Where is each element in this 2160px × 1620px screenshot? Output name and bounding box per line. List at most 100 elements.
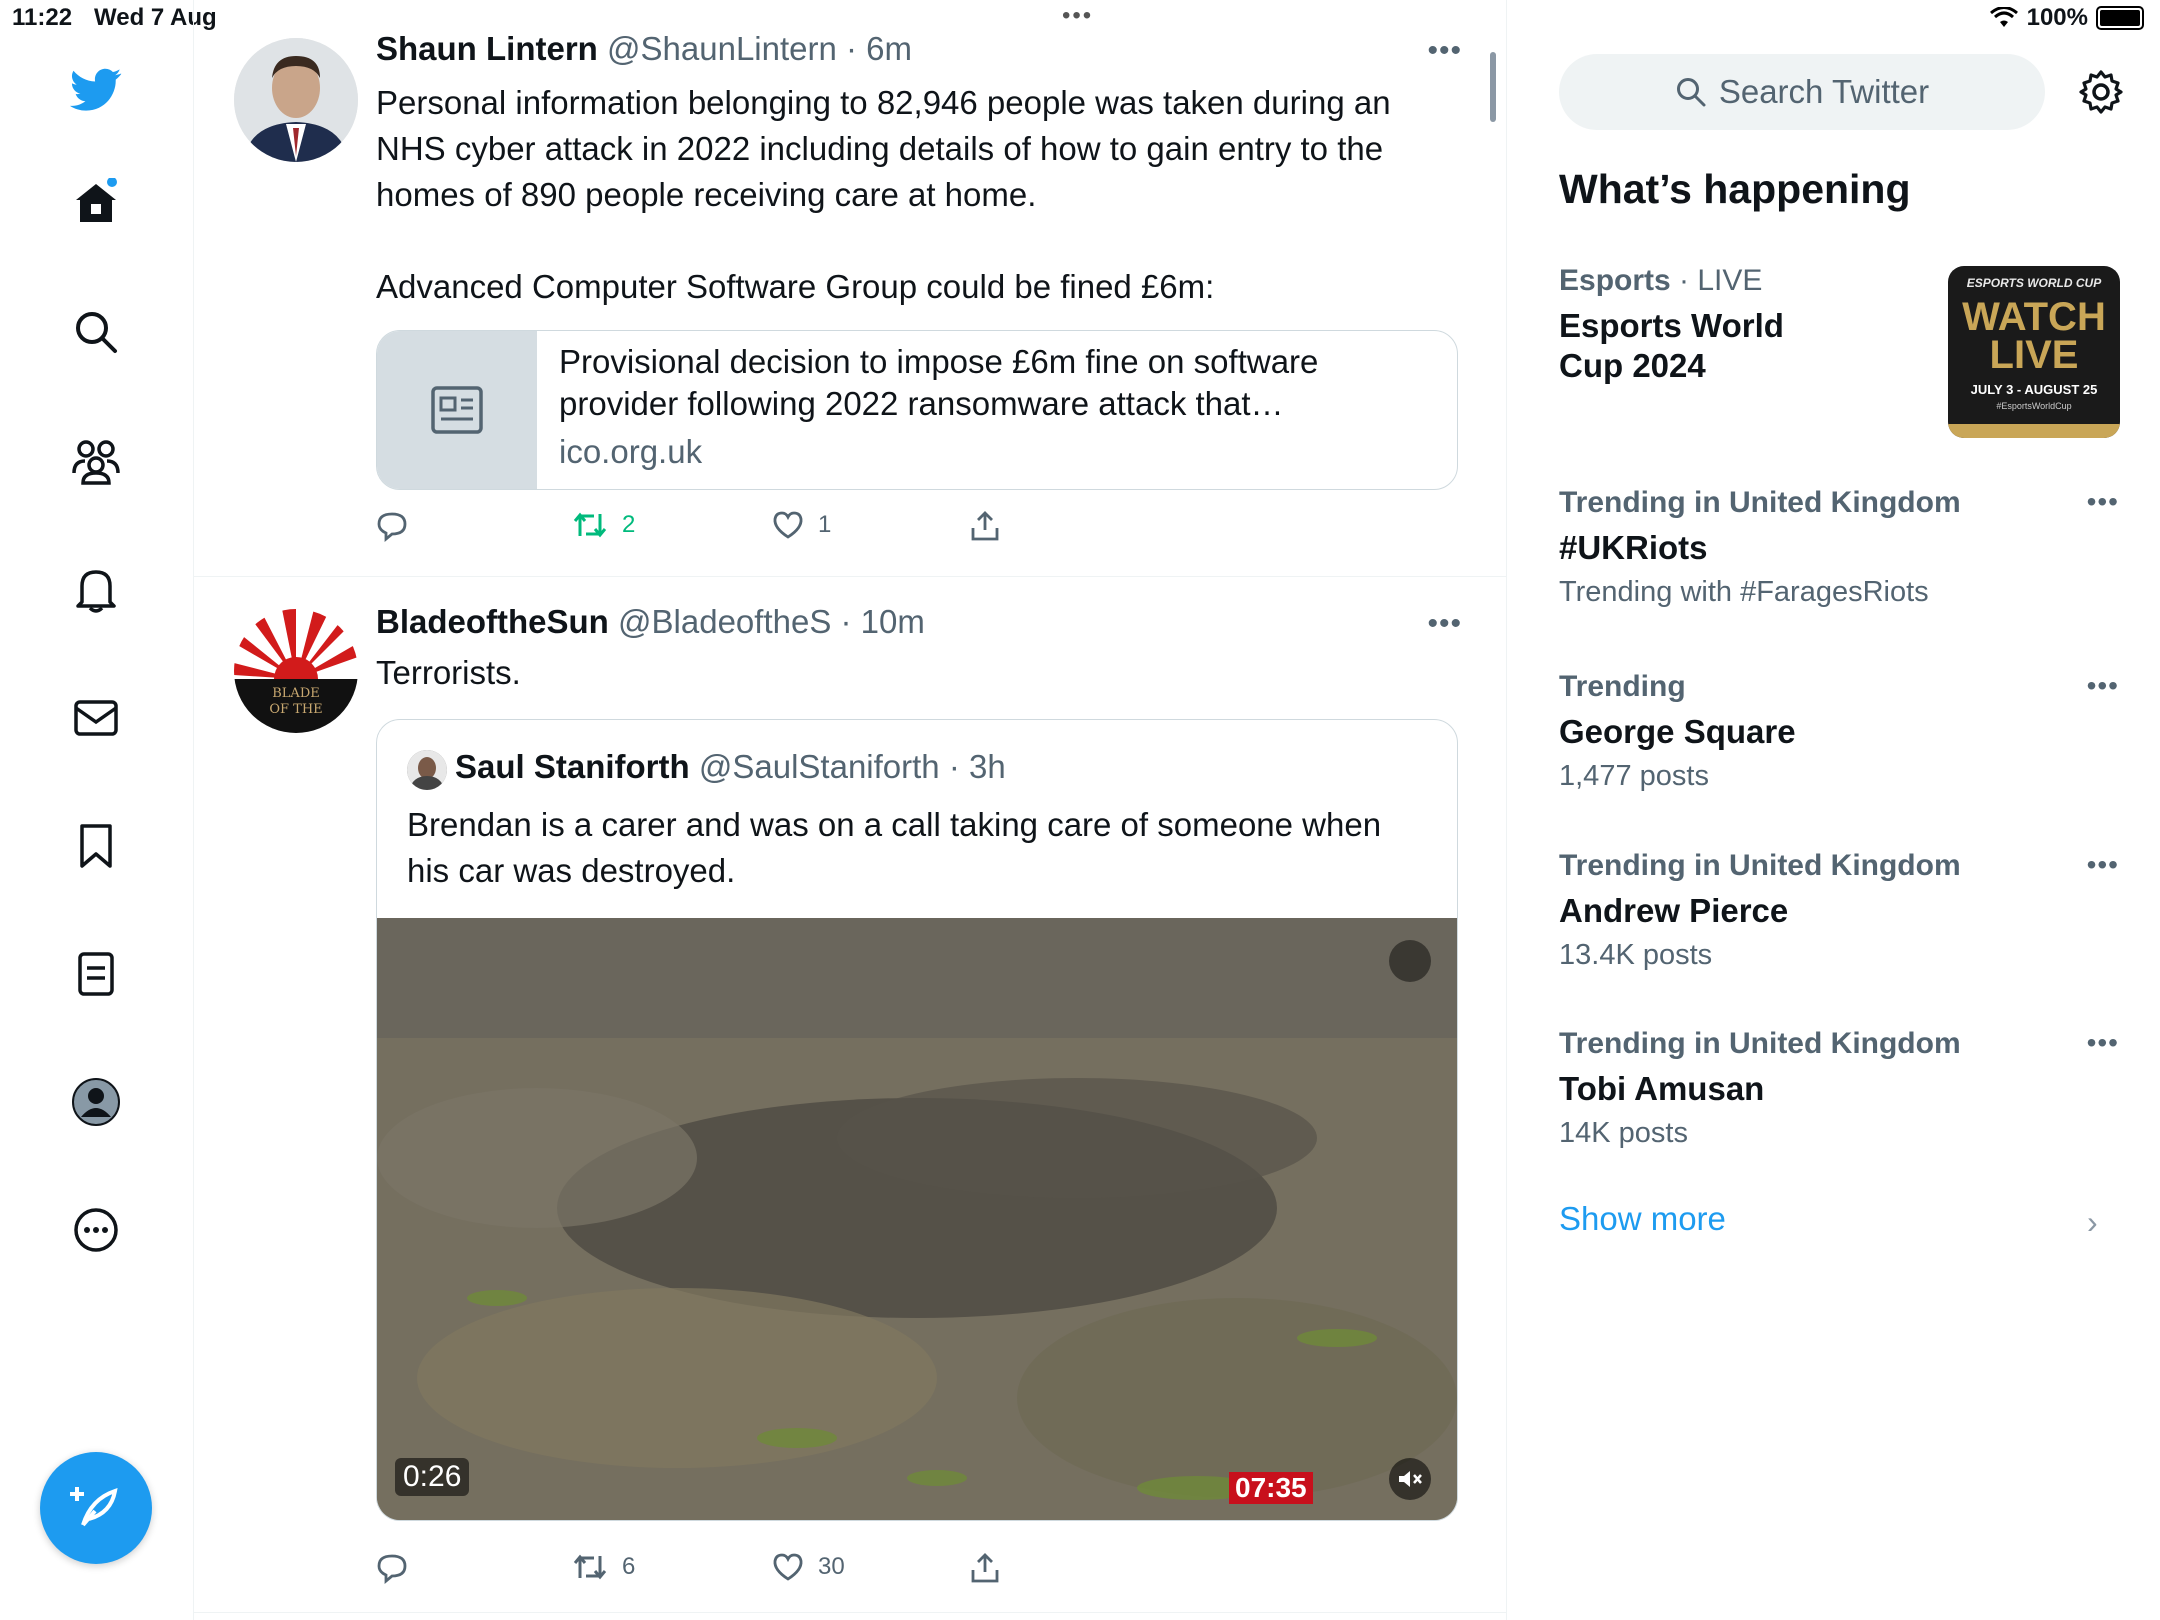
share-button[interactable] xyxy=(970,1552,1000,1584)
trend-more-icon[interactable]: ••• xyxy=(2087,1027,2119,1059)
featured-trend-image[interactable]: ESPORTS WORLD CUP WATCH LIVE JULY 3 - AU… xyxy=(1948,266,2120,438)
trend-name: Esports World Cup 2024 xyxy=(1559,307,1784,384)
settings-gear-icon[interactable] xyxy=(2077,68,2125,116)
author-avatar[interactable]: BLADE OF THE xyxy=(234,609,358,733)
video-player[interactable]: 0:26 07:35 xyxy=(377,918,1457,1520)
trend-sub: 13.4K posts xyxy=(1559,939,1713,971)
tweet-more-icon[interactable]: ••• xyxy=(1427,34,1462,68)
link-card-title: Provisional decision to impose £6m fine … xyxy=(559,343,1319,422)
like-button[interactable]: 30 xyxy=(772,1552,845,1582)
retweet-icon xyxy=(573,1554,607,1580)
reply-button[interactable] xyxy=(376,1552,408,1584)
trend-item-featured[interactable]: Esports · LIVE Esports World Cup 2024 xyxy=(1559,264,1919,386)
trend-item[interactable]: Trending George Square 1,477 posts ••• xyxy=(1559,670,2119,793)
trend-name: George Square xyxy=(1559,713,1796,750)
live-label: · LIVE xyxy=(1679,264,1763,297)
twitter-logo-icon[interactable] xyxy=(70,64,122,116)
image-main-2: LIVE xyxy=(1989,333,2079,377)
article-icon xyxy=(377,331,537,489)
mute-button[interactable] xyxy=(1389,1458,1431,1500)
image-dates: JULY 3 - AUGUST 25 xyxy=(1970,382,2098,397)
captions-icon[interactable] xyxy=(1389,940,1431,982)
trend-more-icon[interactable]: ••• xyxy=(2087,486,2119,518)
heart-icon xyxy=(773,1553,803,1581)
trend-category: Trending in United Kingdom xyxy=(1559,486,1961,519)
trend-item[interactable]: Trending in United Kingdom Andrew Pierce… xyxy=(1559,849,2119,972)
speaker-muted-icon xyxy=(1399,1471,1422,1487)
tweet[interactable]: Shaun Lintern @ShaunLintern · 6m ••• Per… xyxy=(194,0,1506,577)
communities-icon[interactable] xyxy=(70,436,122,488)
retweet-button[interactable]: 6 xyxy=(572,1552,635,1582)
tweet-header: Shaun Lintern @ShaunLintern · 6m xyxy=(376,30,912,68)
retweet-count: 6 xyxy=(622,1553,636,1580)
tweet-actions: 6 30 xyxy=(376,1552,1096,1592)
image-tag: #EsportsWorldCup xyxy=(1996,401,2072,411)
bookmarks-icon[interactable] xyxy=(70,820,122,872)
compose-tweet-button[interactable] xyxy=(40,1452,152,1564)
trend-sub: 14K posts xyxy=(1559,1117,1688,1149)
trend-sub: 1,477 posts xyxy=(1559,760,1709,792)
video-frame xyxy=(377,918,1457,1520)
tweet-header: BladeoftheSun @BladeoftheS · 10m xyxy=(376,603,925,641)
whats-happening-title: What’s happening xyxy=(1559,166,1911,212)
like-button[interactable]: 1 xyxy=(772,510,831,540)
notifications-bell-icon[interactable] xyxy=(70,564,122,616)
trend-item[interactable]: Trending in United Kingdom Tobi Amusan 1… xyxy=(1559,1027,2119,1150)
author-name[interactable]: Shaun Lintern xyxy=(376,30,598,67)
trend-category: Trending xyxy=(1559,670,1686,703)
trend-more-icon[interactable]: ••• xyxy=(2087,849,2119,881)
search-bar[interactable]: Search Twitter xyxy=(1559,54,2045,130)
reply-icon xyxy=(377,1554,407,1584)
reply-icon xyxy=(377,512,407,542)
reply-button[interactable] xyxy=(376,510,408,542)
chevron-right-icon[interactable]: › xyxy=(2087,1204,2098,1241)
search-icon[interactable] xyxy=(70,306,122,358)
video-duration: 0:26 xyxy=(395,1458,470,1496)
author-name[interactable]: BladeoftheSun xyxy=(376,603,609,640)
tweet-text: Terrorists. xyxy=(376,654,521,691)
tweet-actions: 2 1 xyxy=(376,510,1096,550)
avatar-lettering: BLADE xyxy=(272,686,320,701)
heart-icon xyxy=(773,511,803,539)
tweet-time[interactable]: · 10m xyxy=(841,603,925,640)
tweet-time[interactable]: · 6m xyxy=(846,30,912,67)
share-button[interactable] xyxy=(970,510,1000,542)
more-options-icon[interactable] xyxy=(70,1204,122,1256)
quote-author-avatar xyxy=(407,750,447,790)
quote-author-name: Saul Staniforth xyxy=(455,748,690,785)
trend-category: Esports xyxy=(1559,264,1671,297)
search-icon xyxy=(1676,78,1706,107)
share-icon xyxy=(971,511,999,541)
trend-name: #UKRiots xyxy=(1559,529,1708,566)
author-handle[interactable]: @BladeoftheS xyxy=(618,603,831,640)
right-sidebar: Search Twitter What’s happening Esports … xyxy=(1507,0,2160,1620)
retweet-button[interactable]: 2 xyxy=(572,510,635,540)
retweet-count: 2 xyxy=(622,511,636,538)
video-timestamp: 07:35 xyxy=(1229,1472,1313,1504)
tweet-more-icon[interactable]: ••• xyxy=(1427,607,1462,641)
tweet-text-2: Advanced Computer Software Group could b… xyxy=(376,268,1215,305)
quote-tweet[interactable]: Saul Staniforth @SaulStaniforth · 3h Bre… xyxy=(376,719,1458,1521)
trend-category: Trending in United Kingdom xyxy=(1559,1027,1961,1060)
quote-time: · 3h xyxy=(948,748,1006,785)
home-icon[interactable] xyxy=(70,176,122,228)
trend-sub: Trending with #FaragesRiots xyxy=(1559,576,1929,608)
image-main-1: WATCH xyxy=(1962,295,2106,339)
like-count: 30 xyxy=(818,1553,845,1580)
author-avatar[interactable] xyxy=(234,38,358,162)
image-top-text: ESPORTS WORLD CUP xyxy=(1966,276,2102,290)
trend-name: Andrew Pierce xyxy=(1559,892,1789,929)
messages-envelope-icon[interactable] xyxy=(70,692,122,744)
trend-more-icon[interactable]: ••• xyxy=(2087,670,2119,702)
svg-text:OF THE: OF THE xyxy=(269,702,322,717)
link-card[interactable]: Provisional decision to impose £6m fine … xyxy=(376,330,1458,490)
profile-avatar-icon[interactable] xyxy=(70,1076,122,1128)
tweet[interactable]: BLADE OF THE BladeoftheSun @BladeoftheS … xyxy=(194,577,1506,1613)
quote-author-handle: @SaulStaniforth xyxy=(698,748,940,785)
trend-item[interactable]: Trending in United Kingdom #UKRiots Tren… xyxy=(1559,486,2119,609)
image-banner-strip xyxy=(1948,424,2120,438)
quote-text: Brendan is a carer and was on a call tak… xyxy=(407,806,1382,889)
author-handle[interactable]: @ShaunLintern xyxy=(607,30,837,67)
show-more-link[interactable]: Show more xyxy=(1559,1200,1726,1238)
lists-icon[interactable] xyxy=(70,948,122,1000)
